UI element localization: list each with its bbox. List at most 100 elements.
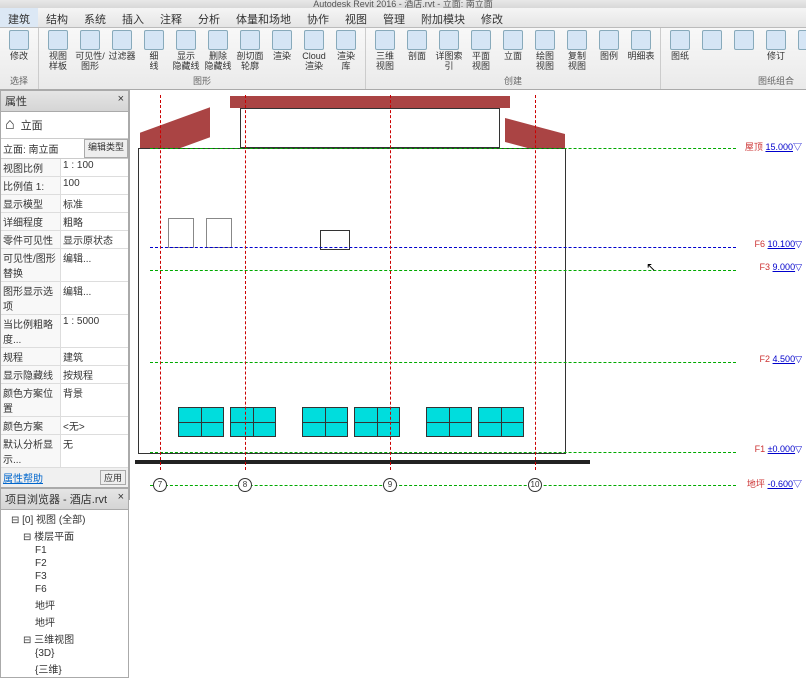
tree-node[interactable]: {三维}: [1, 660, 128, 677]
ribbon-button[interactable]: 渲染库: [331, 30, 361, 71]
menu-item[interactable]: 协作: [299, 8, 337, 27]
menu-item[interactable]: 附加模块: [413, 8, 473, 27]
level-label[interactable]: 屋顶 15.000▽: [745, 140, 802, 153]
grid-bubble[interactable]: 7: [153, 478, 167, 492]
tool-icon: [567, 30, 587, 50]
menu-item[interactable]: 注释: [152, 8, 190, 27]
modify-button[interactable]: 修改: [4, 30, 34, 61]
tree-node[interactable]: ⊟ 三维视图: [1, 630, 128, 647]
menu-item[interactable]: 建筑: [0, 8, 38, 27]
property-row[interactable]: 比例值 1:100: [1, 177, 128, 195]
tree-node[interactable]: 地坪: [1, 613, 128, 630]
ribbon-button[interactable]: [697, 30, 727, 71]
grid-bubble[interactable]: 10: [528, 478, 542, 492]
menu-bar: 建筑 结构 系统 插入 注释 分析 体量和场地 协作 视图 管理 附加模块 修改: [0, 8, 806, 28]
view-selector[interactable]: 立面: 南立面: [1, 139, 84, 158]
ribbon-button[interactable]: 渲染: [267, 30, 297, 71]
window: [354, 407, 400, 437]
property-row[interactable]: 颜色方案位置背景: [1, 384, 128, 417]
close-icon[interactable]: ×: [118, 491, 124, 507]
tree-node[interactable]: F6: [1, 583, 128, 596]
grid-line[interactable]: [390, 95, 391, 470]
ribbon-group-select: 修改 选择: [0, 28, 39, 89]
tree-node[interactable]: {3D}: [1, 647, 128, 660]
menu-item[interactable]: 插入: [114, 8, 152, 27]
level-line[interactable]: [150, 362, 736, 363]
ribbon-group-sheet: 图纸修订拼接线视图参照 图纸组合: [661, 28, 806, 89]
property-row[interactable]: 图形显示选项编辑...: [1, 282, 128, 315]
level-line[interactable]: [150, 452, 736, 453]
tool-icon: [631, 30, 651, 50]
ribbon-button[interactable]: 图纸: [665, 30, 695, 71]
property-row[interactable]: 颜色方案<无>: [1, 417, 128, 435]
grid-bubble[interactable]: 8: [238, 478, 252, 492]
ribbon-button[interactable]: 修订: [761, 30, 791, 71]
level-label[interactable]: F1 ±0.000▽: [755, 444, 802, 455]
menu-item[interactable]: 管理: [375, 8, 413, 27]
level-label[interactable]: F2 4.500▽: [760, 354, 802, 365]
ribbon-button[interactable]: 绘图视图: [530, 30, 560, 71]
grid-line[interactable]: [245, 95, 246, 470]
ribbon-button[interactable]: 图例: [594, 30, 624, 71]
ribbon-button[interactable]: 显示隐藏线: [171, 30, 201, 71]
level-label[interactable]: F3 9.000▽: [760, 262, 802, 273]
ribbon-button[interactable]: 可见性/图形: [75, 30, 105, 71]
level-line[interactable]: [150, 247, 736, 248]
menu-item[interactable]: 分析: [190, 8, 228, 27]
wall: [240, 108, 500, 148]
ribbon-button[interactable]: 复制视图: [562, 30, 592, 71]
property-row[interactable]: 视图比例1 : 100: [1, 159, 128, 177]
ribbon-group-create: 三维视图剖面详图索引平面视图立面绘图视图复制视图图例明细表 创建: [366, 28, 661, 89]
ribbon-button[interactable]: 剖切面轮廓: [235, 30, 265, 71]
level-label[interactable]: F6 10.100▽: [755, 239, 802, 250]
tree-node[interactable]: F3: [1, 570, 128, 583]
menu-item[interactable]: 体量和场地: [228, 8, 299, 27]
property-row[interactable]: 当比例粗略度...1 : 5000: [1, 315, 128, 348]
tree-node[interactable]: ⊟ 楼层平面: [1, 527, 128, 544]
tool-icon: [407, 30, 427, 50]
property-row[interactable]: 默认分析显示...无: [1, 435, 128, 468]
ribbon-button[interactable]: 过滤器: [107, 30, 137, 71]
property-row[interactable]: 可见性/图形替换编辑...: [1, 249, 128, 282]
grid-bubble[interactable]: 9: [383, 478, 397, 492]
tool-icon: [48, 30, 68, 50]
ribbon-button[interactable]: 明细表: [626, 30, 656, 71]
property-row[interactable]: 显示模型标准: [1, 195, 128, 213]
ribbon-button[interactable]: 三维视图: [370, 30, 400, 71]
property-row[interactable]: 规程建筑: [1, 348, 128, 366]
tree-node[interactable]: 地坪: [1, 596, 128, 613]
apply-button[interactable]: 应用: [100, 470, 126, 485]
edit-type-button[interactable]: 编辑类型: [84, 139, 128, 158]
menu-item[interactable]: 系统: [76, 8, 114, 27]
grid-line[interactable]: [160, 95, 161, 470]
property-row[interactable]: 详细程度粗略: [1, 213, 128, 231]
menu-item[interactable]: 视图: [337, 8, 375, 27]
ribbon-button[interactable]: 剖面: [402, 30, 432, 71]
level-line[interactable]: [150, 148, 736, 149]
ribbon-button[interactable]: [729, 30, 759, 71]
window: [478, 407, 524, 437]
properties-help-link[interactable]: 属性帮助: [3, 470, 43, 485]
ribbon-button[interactable]: 细线: [139, 30, 169, 71]
tree-node[interactable]: ⊟ [0] 视图 (全部): [1, 510, 128, 527]
menu-item[interactable]: 结构: [38, 8, 76, 27]
element-type: 立面: [21, 117, 43, 133]
ribbon-button[interactable]: 删除隐藏线: [203, 30, 233, 71]
property-row[interactable]: 零件可见性显示原状态: [1, 231, 128, 249]
ribbon-button[interactable]: 立面: [498, 30, 528, 71]
tree-node[interactable]: F2: [1, 557, 128, 570]
cursor-icon: [9, 30, 29, 50]
close-icon[interactable]: ×: [118, 93, 124, 109]
ribbon-button[interactable]: 详图索引: [434, 30, 464, 71]
grid-line[interactable]: [535, 95, 536, 470]
tree-node[interactable]: F1: [1, 544, 128, 557]
property-row[interactable]: 显示隐藏线按规程: [1, 366, 128, 384]
drawing-canvas[interactable]: 屋顶 15.000▽ F6 10.100▽ F3 9.000▽ F2 4.500▽ F1…: [130, 90, 806, 500]
ribbon-button[interactable]: Cloud渲染: [299, 30, 329, 71]
menu-item[interactable]: 修改: [473, 8, 511, 27]
ribbon-button[interactable]: [793, 30, 806, 71]
level-label[interactable]: 地坪 -0.600▽: [747, 477, 802, 490]
small-box: [206, 218, 232, 248]
ribbon-button[interactable]: 平面视图: [466, 30, 496, 71]
ribbon-button[interactable]: 视图样板: [43, 30, 73, 71]
